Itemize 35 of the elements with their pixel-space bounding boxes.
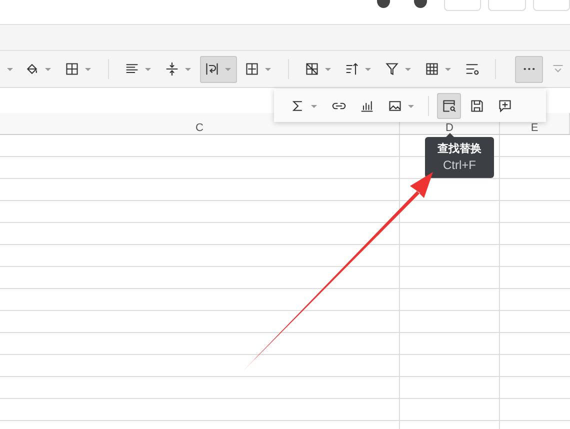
wrap-text-icon <box>205 62 219 76</box>
caret-icon <box>404 65 412 73</box>
tooltip-title: 查找替换 <box>438 142 482 157</box>
column-header[interactable]: D <box>446 122 454 134</box>
comment-icon <box>498 98 512 112</box>
merge-cells-icon <box>245 62 259 76</box>
caret-icon <box>264 65 272 73</box>
find-replace-icon <box>442 98 456 112</box>
align-left-icon <box>125 62 139 76</box>
wrap-text-button[interactable] <box>200 56 237 82</box>
caret-icon <box>444 65 452 73</box>
caret-icon <box>144 65 152 73</box>
caret-icon <box>224 65 232 73</box>
caret-icon <box>6 65 14 73</box>
caret-icon <box>324 65 332 73</box>
table-icon <box>425 62 439 76</box>
find-replace-button[interactable] <box>437 92 461 118</box>
bar-chart-icon <box>360 98 374 112</box>
column-header[interactable]: E <box>530 122 538 134</box>
caret-icon <box>184 65 192 73</box>
column-header[interactable]: C <box>196 122 204 134</box>
freeze-icon <box>305 62 319 76</box>
save-icon <box>470 98 484 112</box>
image-icon <box>388 98 402 112</box>
sum-icon <box>291 98 305 112</box>
vertical-align-icon <box>165 62 179 76</box>
paint-bucket-icon <box>25 62 39 76</box>
list-settings-icon <box>465 62 479 76</box>
caret-icon <box>44 65 52 73</box>
caret-icon <box>364 65 372 73</box>
caret-icon <box>84 65 92 73</box>
shortcut-text: Ctrl+F <box>443 157 476 173</box>
filter-icon <box>385 62 399 76</box>
sort-icon <box>345 62 359 76</box>
grid-icon <box>65 62 79 76</box>
